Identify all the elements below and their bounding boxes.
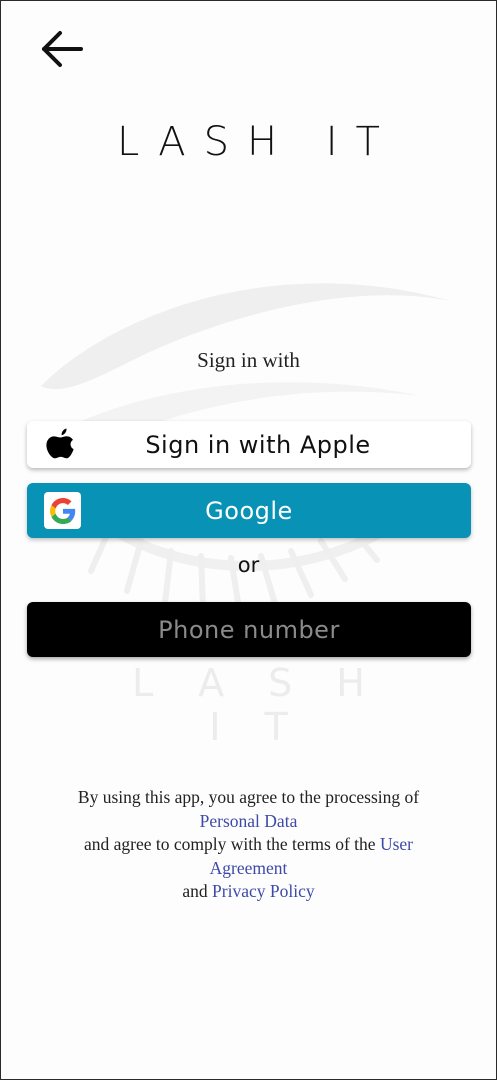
phone-number-button[interactable]: Phone number xyxy=(27,602,471,657)
sign-in-label: Sign in with xyxy=(197,348,300,372)
arrow-left-icon xyxy=(42,31,83,67)
sign-in-google-button[interactable]: Google xyxy=(27,483,471,538)
login-screen: LASH IT LASH IT Sign in with Sign in wit… xyxy=(0,0,497,1080)
or-separator: or xyxy=(237,553,260,577)
google-icon xyxy=(44,492,81,529)
legal-line-1: By using this app, you agree to the proc… xyxy=(77,787,420,807)
google-button-label: Google xyxy=(205,496,293,525)
apple-button-label: Sign in with Apple xyxy=(145,430,371,459)
legal-line-2: and agree to comply with the terms of th… xyxy=(83,834,376,854)
watermark-text: LASH IT xyxy=(132,661,409,749)
privacy-policy-link[interactable]: Privacy Policy xyxy=(212,881,315,901)
legal-text: By using this app, you agree to the proc… xyxy=(51,786,446,904)
personal-data-link[interactable]: Personal Data xyxy=(200,811,298,831)
back-button[interactable] xyxy=(37,27,87,71)
legal-line-3: and xyxy=(182,881,208,901)
brand-title: LASH IT xyxy=(117,119,398,165)
phone-number-placeholder: Phone number xyxy=(158,615,340,644)
sign-in-apple-button[interactable]: Sign in with Apple xyxy=(27,421,471,468)
apple-icon xyxy=(46,428,74,459)
